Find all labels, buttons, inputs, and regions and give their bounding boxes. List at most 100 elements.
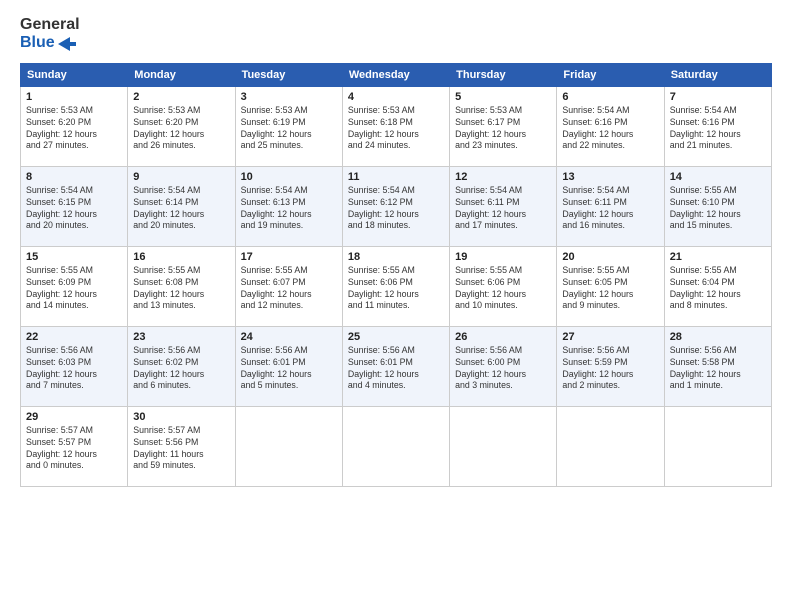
day-info: Sunrise: 5:55 AM Sunset: 6:09 PM Dayligh… <box>26 265 122 313</box>
day-cell: 14 Sunrise: 5:55 AM Sunset: 6:10 PM Dayli… <box>664 166 771 246</box>
day-cell: 7 Sunrise: 5:54 AM Sunset: 6:16 PM Daylig… <box>664 86 771 166</box>
day-cell: 25 Sunrise: 5:56 AM Sunset: 6:01 PM Dayli… <box>342 326 449 406</box>
day-cell <box>664 406 771 486</box>
col-header-sunday: Sunday <box>21 63 128 86</box>
day-number: 13 <box>562 171 658 183</box>
day-number: 25 <box>348 331 444 343</box>
week-row-2: 8 Sunrise: 5:54 AM Sunset: 6:15 PM Daylig… <box>21 166 772 246</box>
day-info: Sunrise: 5:54 AM Sunset: 6:13 PM Dayligh… <box>241 185 337 233</box>
calendar-header-row: SundayMondayTuesdayWednesdayThursdayFrid… <box>21 63 772 86</box>
day-info: Sunrise: 5:56 AM Sunset: 6:03 PM Dayligh… <box>26 345 122 393</box>
day-info: Sunrise: 5:53 AM Sunset: 6:18 PM Dayligh… <box>348 105 444 153</box>
day-info: Sunrise: 5:53 AM Sunset: 6:20 PM Dayligh… <box>133 105 229 153</box>
day-number: 3 <box>241 91 337 103</box>
day-info: Sunrise: 5:54 AM Sunset: 6:11 PM Dayligh… <box>455 185 551 233</box>
col-header-thursday: Thursday <box>450 63 557 86</box>
day-number: 28 <box>670 331 766 343</box>
day-number: 18 <box>348 251 444 263</box>
day-cell: 26 Sunrise: 5:56 AM Sunset: 6:00 PM Dayli… <box>450 326 557 406</box>
day-info: Sunrise: 5:56 AM Sunset: 5:58 PM Dayligh… <box>670 345 766 393</box>
day-cell: 22Sunrise: 5:56 AM Sunset: 6:03 PM Dayli… <box>21 326 128 406</box>
calendar-table: SundayMondayTuesdayWednesdayThursdayFrid… <box>20 63 772 487</box>
day-cell: 24 Sunrise: 5:56 AM Sunset: 6:01 PM Dayli… <box>235 326 342 406</box>
day-number: 17 <box>241 251 337 263</box>
day-info: Sunrise: 5:55 AM Sunset: 6:06 PM Dayligh… <box>348 265 444 313</box>
day-cell: 12Sunrise: 5:54 AM Sunset: 6:11 PM Dayli… <box>450 166 557 246</box>
day-cell: 17 Sunrise: 5:55 AM Sunset: 6:07 PM Dayli… <box>235 246 342 326</box>
day-cell: 20 Sunrise: 5:55 AM Sunset: 6:05 PM Dayli… <box>557 246 664 326</box>
day-cell: 6 Sunrise: 5:54 AM Sunset: 6:16 PM Daylig… <box>557 86 664 166</box>
day-cell <box>342 406 449 486</box>
day-info: Sunrise: 5:54 AM Sunset: 6:15 PM Dayligh… <box>26 185 122 233</box>
day-info: Sunrise: 5:54 AM Sunset: 6:11 PM Dayligh… <box>562 185 658 233</box>
logo-arrow-icon <box>58 37 76 51</box>
day-cell: 23Sunrise: 5:56 AM Sunset: 6:02 PM Dayli… <box>128 326 235 406</box>
day-number: 20 <box>562 251 658 263</box>
col-header-saturday: Saturday <box>664 63 771 86</box>
day-cell: 2 Sunrise: 5:53 AM Sunset: 6:20 PM Daylig… <box>128 86 235 166</box>
day-cell: 8 Sunrise: 5:54 AM Sunset: 6:15 PM Daylig… <box>21 166 128 246</box>
week-row-5: 29Sunrise: 5:57 AM Sunset: 5:57 PM Dayli… <box>21 406 772 486</box>
day-number: 7 <box>670 91 766 103</box>
day-cell: 21 Sunrise: 5:55 AM Sunset: 6:04 PM Dayli… <box>664 246 771 326</box>
day-number: 26 <box>455 331 551 343</box>
day-number: 29 <box>26 411 122 423</box>
day-cell: 15 Sunrise: 5:55 AM Sunset: 6:09 PM Dayli… <box>21 246 128 326</box>
day-info: Sunrise: 5:55 AM Sunset: 6:07 PM Dayligh… <box>241 265 337 313</box>
day-number: 4 <box>348 91 444 103</box>
day-cell: 27 Sunrise: 5:56 AM Sunset: 5:59 PM Dayli… <box>557 326 664 406</box>
day-info: Sunrise: 5:54 AM Sunset: 6:16 PM Dayligh… <box>670 105 766 153</box>
day-info: Sunrise: 5:55 AM Sunset: 6:04 PM Dayligh… <box>670 265 766 313</box>
week-row-1: 1 Sunrise: 5:53 AM Sunset: 6:20 PM Daylig… <box>21 86 772 166</box>
day-cell: 9Sunrise: 5:54 AM Sunset: 6:14 PM Daylig… <box>128 166 235 246</box>
day-cell: 28 Sunrise: 5:56 AM Sunset: 5:58 PM Dayli… <box>664 326 771 406</box>
day-info: Sunrise: 5:56 AM Sunset: 6:01 PM Dayligh… <box>348 345 444 393</box>
day-number: 21 <box>670 251 766 263</box>
day-number: 8 <box>26 171 122 183</box>
day-number: 16 <box>133 251 229 263</box>
day-info: Sunrise: 5:55 AM Sunset: 6:06 PM Dayligh… <box>455 265 551 313</box>
day-number: 14 <box>670 171 766 183</box>
day-number: 5 <box>455 91 551 103</box>
day-cell <box>450 406 557 486</box>
day-cell: 4 Sunrise: 5:53 AM Sunset: 6:18 PM Daylig… <box>342 86 449 166</box>
day-cell: 29Sunrise: 5:57 AM Sunset: 5:57 PM Dayli… <box>21 406 128 486</box>
day-number: 27 <box>562 331 658 343</box>
day-cell: 18 Sunrise: 5:55 AM Sunset: 6:06 PM Dayli… <box>342 246 449 326</box>
day-number: 2 <box>133 91 229 103</box>
day-info: Sunrise: 5:53 AM Sunset: 6:17 PM Dayligh… <box>455 105 551 153</box>
day-number: 1 <box>26 91 122 103</box>
day-number: 19 <box>455 251 551 263</box>
day-cell <box>235 406 342 486</box>
day-info: Sunrise: 5:55 AM Sunset: 6:08 PM Dayligh… <box>133 265 229 313</box>
day-info: Sunrise: 5:56 AM Sunset: 6:00 PM Dayligh… <box>455 345 551 393</box>
day-cell: 16 Sunrise: 5:55 AM Sunset: 6:08 PM Dayli… <box>128 246 235 326</box>
day-info: Sunrise: 5:53 AM Sunset: 6:20 PM Dayligh… <box>26 105 122 153</box>
logo-blue: Blue <box>20 34 80 52</box>
day-info: Sunrise: 5:54 AM Sunset: 6:16 PM Dayligh… <box>562 105 658 153</box>
day-cell: 30 Sunrise: 5:57 AM Sunset: 5:56 PM Dayli… <box>128 406 235 486</box>
logo-general: General <box>20 16 80 34</box>
day-cell: 11 Sunrise: 5:54 AM Sunset: 6:12 PM Dayli… <box>342 166 449 246</box>
day-info: Sunrise: 5:56 AM Sunset: 5:59 PM Dayligh… <box>562 345 658 393</box>
day-number: 6 <box>562 91 658 103</box>
day-info: Sunrise: 5:55 AM Sunset: 6:10 PM Dayligh… <box>670 185 766 233</box>
calendar-page: General Blue SundayMondayTuesdayWednesda… <box>0 0 792 612</box>
header: General Blue <box>20 16 772 53</box>
day-info: Sunrise: 5:57 AM Sunset: 5:56 PM Dayligh… <box>133 425 229 473</box>
day-number: 11 <box>348 171 444 183</box>
day-number: 10 <box>241 171 337 183</box>
day-cell: 13 Sunrise: 5:54 AM Sunset: 6:11 PM Dayli… <box>557 166 664 246</box>
day-cell: 5 Sunrise: 5:53 AM Sunset: 6:17 PM Daylig… <box>450 86 557 166</box>
day-number: 23 <box>133 331 229 343</box>
day-number: 15 <box>26 251 122 263</box>
day-number: 30 <box>133 411 229 423</box>
day-info: Sunrise: 5:54 AM Sunset: 6:12 PM Dayligh… <box>348 185 444 233</box>
logo: General Blue <box>20 16 80 53</box>
week-row-3: 15 Sunrise: 5:55 AM Sunset: 6:09 PM Dayli… <box>21 246 772 326</box>
day-info: Sunrise: 5:55 AM Sunset: 6:05 PM Dayligh… <box>562 265 658 313</box>
day-info: Sunrise: 5:54 AM Sunset: 6:14 PM Dayligh… <box>133 185 229 233</box>
day-info: Sunrise: 5:56 AM Sunset: 6:01 PM Dayligh… <box>241 345 337 393</box>
day-cell: 1 Sunrise: 5:53 AM Sunset: 6:20 PM Daylig… <box>21 86 128 166</box>
day-number: 24 <box>241 331 337 343</box>
